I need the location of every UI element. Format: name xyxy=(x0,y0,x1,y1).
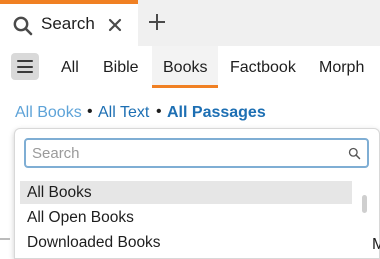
tab-label: Search xyxy=(41,14,95,33)
plus-icon[interactable] xyxy=(146,11,168,33)
books-dropdown: All Books All Open Books Downloaded Book… xyxy=(14,128,380,259)
filter-all-books[interactable]: All Books xyxy=(15,104,82,122)
dropdown-search-input[interactable] xyxy=(26,140,336,166)
list-item[interactable]: All Books xyxy=(20,181,352,204)
search-icon xyxy=(13,16,33,36)
tab-morph[interactable]: Morph xyxy=(319,59,364,77)
divider xyxy=(0,238,10,240)
filter-all-passages[interactable]: All Passages xyxy=(167,104,266,122)
search-filters: All Books • All Text • All Passages xyxy=(0,100,380,126)
tab-strip: Search xyxy=(0,0,380,46)
filter-all-text[interactable]: All Text xyxy=(98,104,149,122)
tab-factbook[interactable]: Factbook xyxy=(230,59,296,77)
separator: • xyxy=(87,103,93,120)
search-type-nav: All Bible Books Factbook Morph xyxy=(0,46,380,88)
tab-all[interactable]: All xyxy=(61,59,79,77)
dropdown-search-box xyxy=(24,138,369,168)
partial-text: M xyxy=(372,236,380,253)
list-item[interactable]: All Open Books xyxy=(20,206,352,229)
close-icon[interactable] xyxy=(106,16,124,34)
hamburger-menu-icon[interactable] xyxy=(11,53,39,80)
list-item[interactable]: Downloaded Books xyxy=(20,231,352,254)
tab-bible[interactable]: Bible xyxy=(103,59,139,77)
scrollbar[interactable] xyxy=(362,195,367,213)
tab-search[interactable]: Search xyxy=(0,0,138,46)
search-icon xyxy=(348,147,361,160)
separator: • xyxy=(156,103,162,120)
tab-books[interactable]: Books xyxy=(163,59,207,77)
